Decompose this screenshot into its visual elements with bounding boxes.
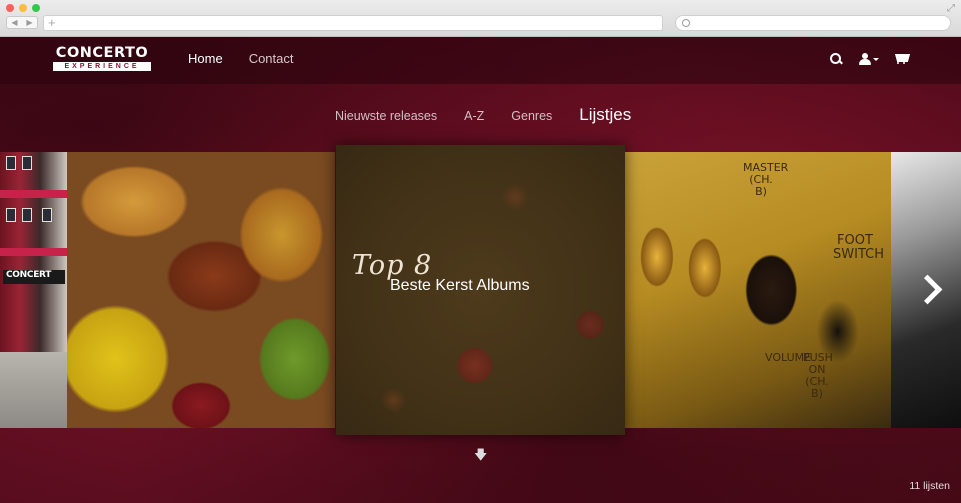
address-bar[interactable]: + xyxy=(43,15,663,31)
close-window-button[interactable] xyxy=(6,4,14,12)
carousel-slide-amplifier[interactable]: MASTER (CH. B) FOOT SWITCH VOLUME PUSH O… xyxy=(625,152,891,428)
window xyxy=(42,208,52,222)
tab-genres[interactable]: Genres xyxy=(511,109,552,123)
cart-icon[interactable] xyxy=(895,52,909,66)
site-header: CONCERTO EXPERIENCE Home Contact xyxy=(0,37,961,84)
featured-caption: Top 8 Beste Kerst Albums xyxy=(352,250,530,295)
category-nav: Nieuwste releases A-Z Genres Lijstjes xyxy=(335,105,631,125)
browser-chrome: ◀ ▶ + ⤢ xyxy=(0,0,961,37)
store-facade-band xyxy=(0,190,67,198)
chevron-right-icon[interactable] xyxy=(915,271,939,311)
main-nav: Home Contact xyxy=(188,51,294,66)
header-icons xyxy=(829,52,909,66)
store-facade-band xyxy=(0,248,67,256)
amp-label-footswitch: FOOT SWITCH xyxy=(833,233,884,262)
carousel-slide-leaves[interactable] xyxy=(67,152,335,428)
tab-newest-releases[interactable]: Nieuwste releases xyxy=(335,109,437,123)
tab-lists[interactable]: Lijstjes xyxy=(579,105,631,125)
store-sign: CONCERT xyxy=(3,270,65,284)
lists-count: 11 lijsten xyxy=(909,480,950,492)
website: CONCERTO EXPERIENCE Home Contact Nieuwst… xyxy=(0,37,961,503)
search-icon[interactable] xyxy=(829,52,843,66)
minimize-window-button[interactable] xyxy=(19,4,27,12)
window xyxy=(22,156,32,170)
amp-label-master: MASTER (CH. B) xyxy=(743,161,789,198)
logo-text: CONCERTO xyxy=(55,45,149,61)
user-icon[interactable] xyxy=(859,52,879,66)
arrow-down-icon[interactable]: 🡇 xyxy=(474,446,487,468)
forward-icon[interactable]: ▶ xyxy=(26,18,32,27)
back-icon[interactable]: ◀ xyxy=(11,18,17,27)
new-tab-icon[interactable]: + xyxy=(48,15,56,30)
maximize-window-button[interactable] xyxy=(32,4,40,12)
amp-label-push: PUSH ON (CH. B) xyxy=(803,351,833,400)
fullscreen-icon[interactable]: ⤢ xyxy=(947,3,955,14)
logo-subtext: EXPERIENCE xyxy=(53,62,151,71)
window xyxy=(6,156,16,170)
street xyxy=(0,352,67,428)
browser-search-field[interactable] xyxy=(675,15,951,31)
nav-home[interactable]: Home xyxy=(188,51,223,66)
amp-label-volume: VOLUME xyxy=(765,351,812,364)
search-icon xyxy=(682,19,690,27)
carousel-slide-featured[interactable]: Top 8 Beste Kerst Albums xyxy=(336,145,625,435)
history-nav: ◀ ▶ xyxy=(6,16,38,29)
logo[interactable]: CONCERTO EXPERIENCE xyxy=(53,46,151,73)
featured-top: Top 8 xyxy=(352,250,433,281)
tab-a-z[interactable]: A-Z xyxy=(464,109,484,123)
window xyxy=(22,208,32,222)
chevron-down-icon xyxy=(873,58,879,61)
nav-contact[interactable]: Contact xyxy=(249,51,294,66)
featured-title: Beste Kerst Albums xyxy=(390,277,530,294)
carousel-slide-store[interactable]: CONCERT xyxy=(0,152,67,428)
window xyxy=(6,208,16,222)
